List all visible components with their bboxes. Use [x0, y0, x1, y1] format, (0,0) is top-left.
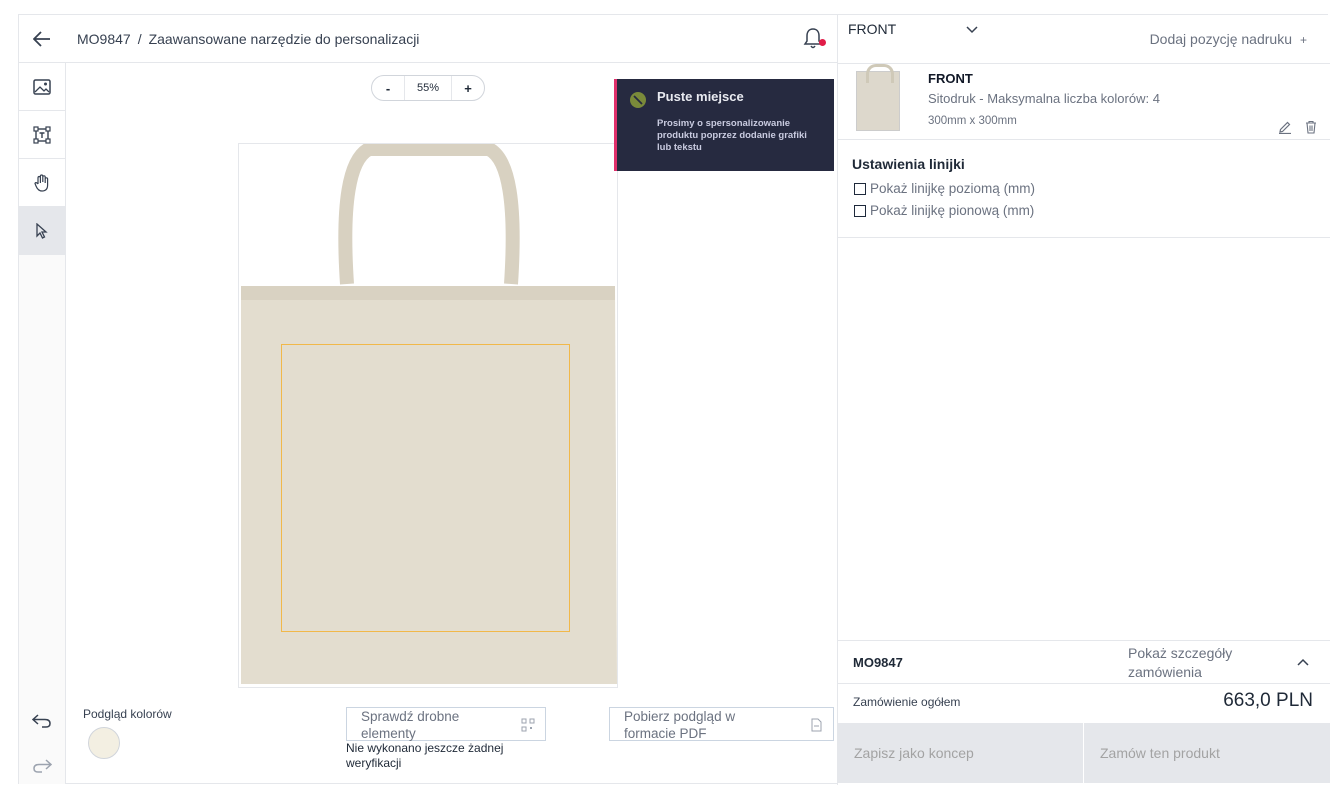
side-select-value: FRONT: [848, 21, 897, 37]
print-area[interactable]: [281, 344, 570, 632]
notice-message: Prosimy o spersonalizowanie produktu pop…: [657, 118, 807, 153]
order-product-button[interactable]: Zamów ten produkt: [1084, 723, 1330, 783]
zoom-level: 55%: [404, 76, 452, 100]
image-icon: [33, 78, 51, 95]
breadcrumb-separator: /: [137, 30, 142, 47]
hand-icon: [34, 173, 49, 192]
divider: [838, 237, 1330, 238]
check-small-elements-button[interactable]: Sprawdź drobne elementy: [346, 707, 546, 741]
undo-icon: [32, 714, 51, 728]
notification-badge: [819, 39, 826, 46]
breadcrumb-code[interactable]: MO9847: [77, 31, 131, 47]
tool-sidebar: [19, 63, 66, 784]
position-thumbnail: [856, 64, 900, 131]
horizontal-ruler-label: Pokaż linijkę poziomą (mm): [870, 181, 1036, 196]
add-print-position-button[interactable]: Dodaj pozycję nadruku +: [1150, 31, 1307, 47]
save-concept-button[interactable]: Zapisz jako koncep: [838, 723, 1083, 783]
add-print-position-label: Dodaj pozycję nadruku: [1149, 31, 1292, 47]
redo-icon: [33, 759, 52, 773]
verification-status: Nie wykonano jeszcze żadnej weryfikacji: [346, 741, 504, 770]
color-swatch[interactable]: [88, 727, 120, 759]
notice-title: Puste miejsce: [657, 89, 744, 104]
side-select[interactable]: FRONT: [848, 21, 978, 37]
divider: [838, 640, 1330, 641]
horizontal-ruler-option[interactable]: Pokaż linijkę poziomą (mm): [854, 181, 1035, 196]
color-preview-label: Podgląd kolorów: [83, 707, 172, 721]
pan-tool[interactable]: [19, 159, 65, 207]
page-title: Zaawansowane narzędzie do personalizacji: [148, 30, 420, 47]
select-tool[interactable]: [19, 207, 65, 255]
vertical-ruler-option[interactable]: Pokaż linijkę pionową (mm): [854, 203, 1034, 218]
pointer-icon: [36, 222, 48, 239]
bell-icon: [803, 28, 823, 49]
horizontal-ruler-checkbox[interactable]: [854, 182, 866, 195]
product-canvas[interactable]: [238, 143, 618, 688]
divider: [838, 139, 1330, 140]
ruler-settings-title: Ustawienia linijki: [852, 156, 965, 172]
personalization-app: MO9847 / Zaawansowane narzędzie do perso…: [18, 14, 1330, 785]
redo-button[interactable]: [19, 743, 65, 789]
text-frame-icon: [33, 125, 51, 144]
vertical-ruler-checkbox[interactable]: [854, 204, 866, 217]
pdf-icon: [811, 718, 822, 732]
order-total-label: Zamówienie ogółem: [853, 695, 961, 709]
order-total-price: 663,0 PLN: [1223, 690, 1313, 711]
position-size: 300mm x 300mm: [928, 115, 1017, 127]
vertical-ruler-label: Pokaż linijkę pionową (mm): [870, 203, 1035, 218]
undo-button[interactable]: [19, 698, 65, 744]
back-button[interactable]: [19, 15, 65, 63]
edit-pencil-icon[interactable]: [1278, 120, 1292, 134]
order-details-toggle[interactable]: Pokaż szczegóły zamówienia: [1128, 644, 1258, 682]
qr-scan-icon: [521, 718, 535, 732]
chevron-up-icon[interactable]: [1297, 657, 1309, 667]
download-pdf-button[interactable]: Pobierz podgląd w formacie PDF: [609, 707, 834, 741]
add-text-tool[interactable]: [19, 111, 65, 159]
check-small-elements-label: Sprawdź drobne elementy: [361, 709, 460, 741]
notifications-button[interactable]: [803, 27, 827, 51]
empty-space-notice: Puste miejsce Prosimy o spersonalizowani…: [614, 79, 834, 171]
divider: [838, 683, 1330, 684]
zoom-out-button[interactable]: -: [372, 81, 404, 96]
warning-circle-icon: [630, 92, 646, 108]
print-positions-panel: FRONT Dodaj pozycję nadruku + FRONT Sitod…: [837, 15, 1330, 785]
print-position-card[interactable]: FRONT Sitodruk - Maksymalna liczba kolor…: [838, 63, 1330, 139]
zoom-in-button[interactable]: +: [452, 81, 484, 96]
plus-icon: +: [1299, 33, 1307, 47]
add-image-tool[interactable]: [19, 63, 65, 111]
chevron-down-icon: [966, 26, 978, 34]
order-code: MO9847: [853, 655, 903, 670]
trash-icon[interactable]: [1304, 120, 1318, 134]
arrow-left-icon: [33, 30, 50, 47]
breadcrumb: MO9847 / Zaawansowane narzędzie do perso…: [77, 31, 419, 47]
download-pdf-label: Pobierz podgląd w formacie PDF: [624, 709, 736, 741]
position-method: Sitodruk - Maksymalna liczba kolorów: 4: [928, 91, 1160, 106]
top-bar: MO9847 / Zaawansowane narzędzie do perso…: [19, 15, 837, 63]
zoom-control: - 55% +: [371, 75, 485, 101]
position-title: FRONT: [928, 71, 973, 86]
